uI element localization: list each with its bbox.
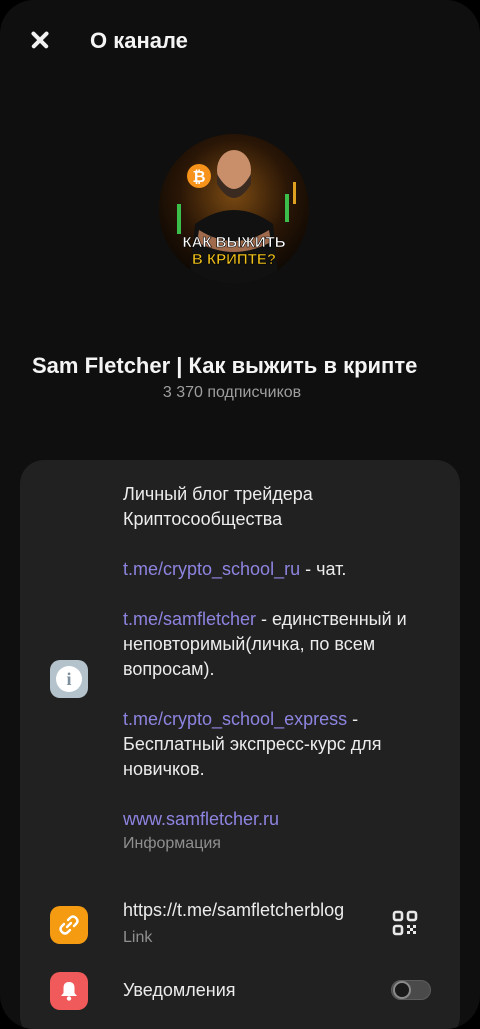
avatar-image: ₿ КАК ВЫЖИТЬ В КРИПТЕ? xyxy=(159,134,309,284)
avatar-text-line2: В КРИПТЕ? xyxy=(192,251,276,268)
toggle-knob xyxy=(393,981,411,999)
notifications-label: Уведомления xyxy=(123,980,236,1000)
subscriber-count: 3 370 подписчиков xyxy=(162,384,302,401)
chat-link[interactable]: t.me/crypto_school_ru xyxy=(123,559,300,579)
info-icon: i xyxy=(50,660,88,698)
description-intro: Личный блог трейдера Криптосообщества xyxy=(123,484,313,529)
info-caption: Информация xyxy=(123,835,221,852)
course-link[interactable]: t.me/crypto_school_express xyxy=(123,709,347,729)
about-channel-screen: О канале ₿ КАК ВЫЖИТЬ В КРИПТЕ? Sam Flet… xyxy=(0,0,480,1029)
description-personal: t.me/samfletcher - единственный и неповт… xyxy=(123,609,407,679)
website-link[interactable]: www.samfletcher.ru xyxy=(123,807,433,832)
bell-icon xyxy=(50,972,88,1010)
svg-text:₿: ₿ xyxy=(192,168,205,186)
notifications-toggle[interactable] xyxy=(391,980,431,1000)
description-chat: t.me/crypto_school_ru - чат. xyxy=(123,559,347,579)
link-icon xyxy=(50,906,88,944)
description-course: t.me/crypto_school_express - Бесплатный … xyxy=(123,709,382,779)
invite-link-url[interactable]: https://t.me/samfletcherblog xyxy=(123,900,383,921)
invite-link-caption: Link xyxy=(123,929,153,946)
invite-link-row[interactable]: https://t.me/samfletcherblog Link xyxy=(123,900,383,947)
personal-link[interactable]: t.me/samfletcher xyxy=(123,609,256,629)
channel-name: Sam Fletcher | Как выжить в крипте xyxy=(32,353,418,378)
channel-avatar[interactable]: ₿ КАК ВЫЖИТЬ В КРИПТЕ? xyxy=(159,134,309,284)
channel-info-card: i Личный блог трейдера Криптосообщества … xyxy=(20,460,460,1029)
page-title: О канале xyxy=(90,28,188,53)
description[interactable]: Личный блог трейдера Криптосообщества t.… xyxy=(123,482,433,853)
close-icon[interactable] xyxy=(26,26,54,54)
avatar-text-line1: КАК ВЫЖИТЬ xyxy=(182,234,285,251)
qr-code-icon[interactable] xyxy=(392,910,418,936)
header: О канале xyxy=(0,18,480,64)
